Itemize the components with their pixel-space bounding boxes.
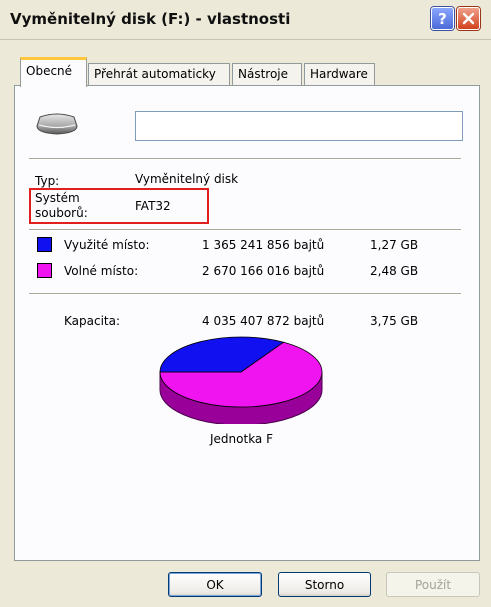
- drive-caption: Jednotka F: [210, 432, 273, 446]
- disk-usage-pie-chart: [159, 336, 323, 424]
- type-label: Typ:: [35, 174, 60, 188]
- divider: [29, 293, 461, 295]
- used-space-bytes: 1 365 241 856 bajtů: [202, 238, 325, 252]
- apply-button[interactable]: Použít: [386, 572, 480, 597]
- free-space-label: Volné místo:: [64, 264, 139, 278]
- capacity-size: 3,75 GB: [370, 314, 419, 328]
- help-icon[interactable]: ?: [431, 7, 454, 30]
- highlight-box: [29, 188, 209, 224]
- capacity-label: Kapacita:: [64, 314, 121, 328]
- tab-autoplay[interactable]: Přehrát automaticky: [88, 63, 230, 85]
- used-space-swatch: [37, 237, 52, 252]
- help-glyph: ?: [438, 9, 447, 28]
- ok-button[interactable]: OK: [168, 572, 262, 597]
- close-icon[interactable]: [457, 7, 480, 30]
- used-space-label: Využité místo:: [64, 238, 150, 252]
- divider: [29, 158, 461, 160]
- properties-dialog: Vyměnitelný disk (F:) - vlastnosti ? Obe…: [0, 0, 491, 607]
- cancel-button[interactable]: Storno: [278, 572, 371, 597]
- drive-name-field[interactable]: [135, 111, 463, 141]
- tab-general[interactable]: Obecné: [20, 57, 87, 87]
- capacity-bytes: 4 035 407 872 bajtů: [202, 314, 325, 328]
- free-space-size: 2,48 GB: [370, 264, 419, 278]
- window-title: Vyměnitelný disk (F:) - vlastnosti: [10, 10, 291, 28]
- removable-drive-icon: [36, 113, 78, 135]
- type-value: Vyměnitelný disk: [135, 172, 239, 186]
- close-x-glyph: [462, 12, 475, 25]
- free-space-bytes: 2 670 166 016 bajtů: [202, 264, 325, 278]
- title-bar[interactable]: Vyměnitelný disk (F:) - vlastnosti ?: [0, 0, 491, 40]
- used-space-size: 1,27 GB: [370, 238, 419, 252]
- free-space-swatch: [37, 263, 52, 278]
- divider: [29, 229, 461, 231]
- tab-hardware[interactable]: Hardware: [304, 63, 375, 85]
- tab-tools[interactable]: Nástroje: [232, 63, 302, 85]
